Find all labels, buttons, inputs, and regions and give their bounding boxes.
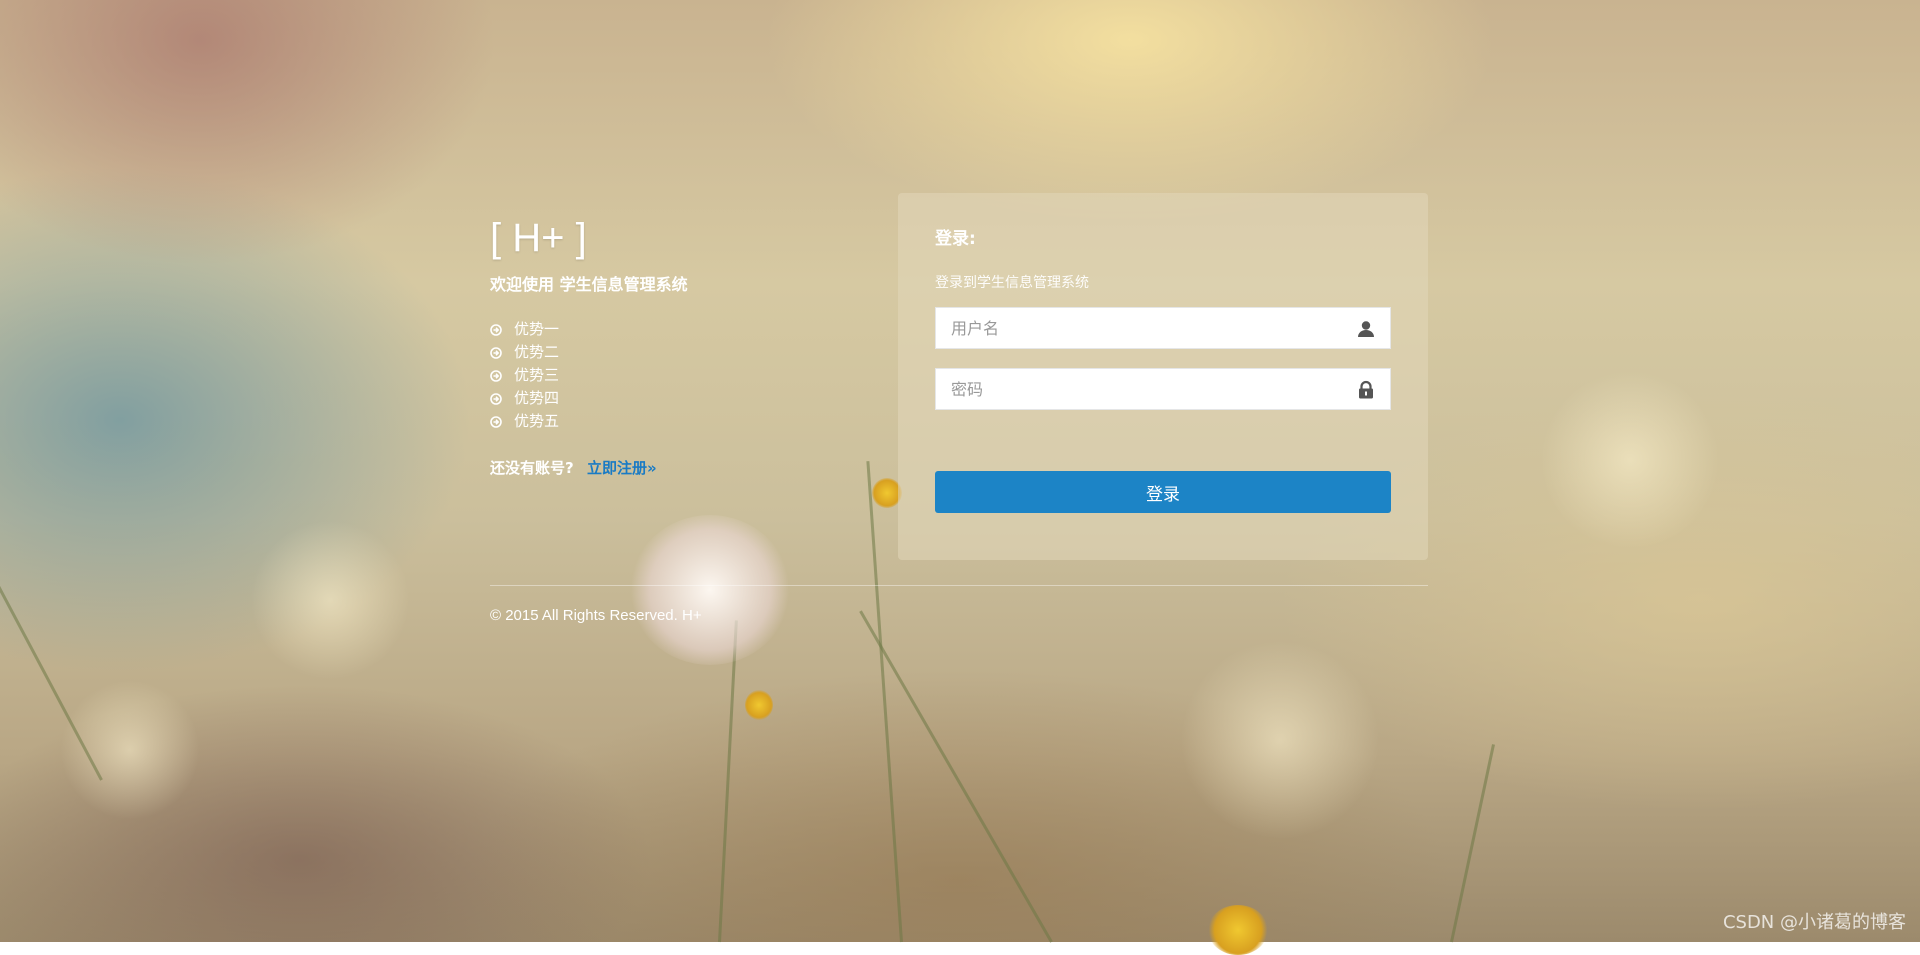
feature-label: 优势二 xyxy=(514,341,559,364)
feature-item: 优势三 xyxy=(490,364,890,387)
signup-prompt: 还没有账号? xyxy=(490,459,574,477)
bokeh-light xyxy=(1180,640,1380,840)
arrow-circle-right-icon xyxy=(490,324,502,336)
feature-list: 优势一 优势二 优势三 优势四 优势五 xyxy=(490,318,890,433)
arrow-circle-right-icon xyxy=(490,370,502,382)
intro-section: [ H+ ] 欢迎使用 学生信息管理系统 优势一 优势二 优势三 优势四 xyxy=(490,212,890,478)
bokeh-light xyxy=(1540,370,1720,550)
feature-label: 优势三 xyxy=(514,364,559,387)
feature-item: 优势四 xyxy=(490,387,890,410)
login-title: 登录: xyxy=(935,227,1391,251)
feature-label: 优势五 xyxy=(514,410,559,433)
register-link[interactable]: 立即注册» xyxy=(587,459,657,477)
copyright-text: © 2015 All Rights Reserved. H+ xyxy=(490,607,702,624)
bokeh-light xyxy=(250,520,410,680)
signup-row: 还没有账号? 立即注册» xyxy=(490,457,890,478)
arrow-circle-right-icon xyxy=(490,393,502,405)
grass-stem xyxy=(718,620,738,942)
feature-label: 优势一 xyxy=(514,318,559,341)
footer-divider xyxy=(490,585,1428,586)
logo: [ H+ ] xyxy=(490,212,890,264)
feature-item: 优势五 xyxy=(490,410,890,433)
yellow-flower xyxy=(1208,905,1268,955)
feature-item: 优势一 xyxy=(490,318,890,341)
bokeh-light xyxy=(60,680,200,820)
yellow-flower xyxy=(745,690,773,720)
dandelion-puff xyxy=(630,515,790,665)
login-subtitle: 登录到学生信息管理系统 xyxy=(935,273,1391,293)
username-field-wrapper xyxy=(935,307,1391,349)
feature-label: 优势四 xyxy=(514,387,559,410)
arrow-circle-right-icon xyxy=(490,347,502,359)
password-input[interactable] xyxy=(936,369,1390,409)
arrow-circle-right-icon xyxy=(490,416,502,428)
username-input[interactable] xyxy=(936,308,1390,348)
grass-stem xyxy=(1450,744,1495,942)
login-panel: 登录: 登录到学生信息管理系统 登录 xyxy=(898,193,1428,560)
welcome-heading: 欢迎使用 学生信息管理系统 xyxy=(490,274,890,296)
password-field-wrapper xyxy=(935,368,1391,410)
watermark: CSDN @小诸葛的博客 xyxy=(1723,908,1906,934)
user-icon xyxy=(1356,319,1376,339)
feature-item: 优势二 xyxy=(490,341,890,364)
lock-icon xyxy=(1356,380,1376,400)
login-button[interactable]: 登录 xyxy=(935,471,1391,513)
